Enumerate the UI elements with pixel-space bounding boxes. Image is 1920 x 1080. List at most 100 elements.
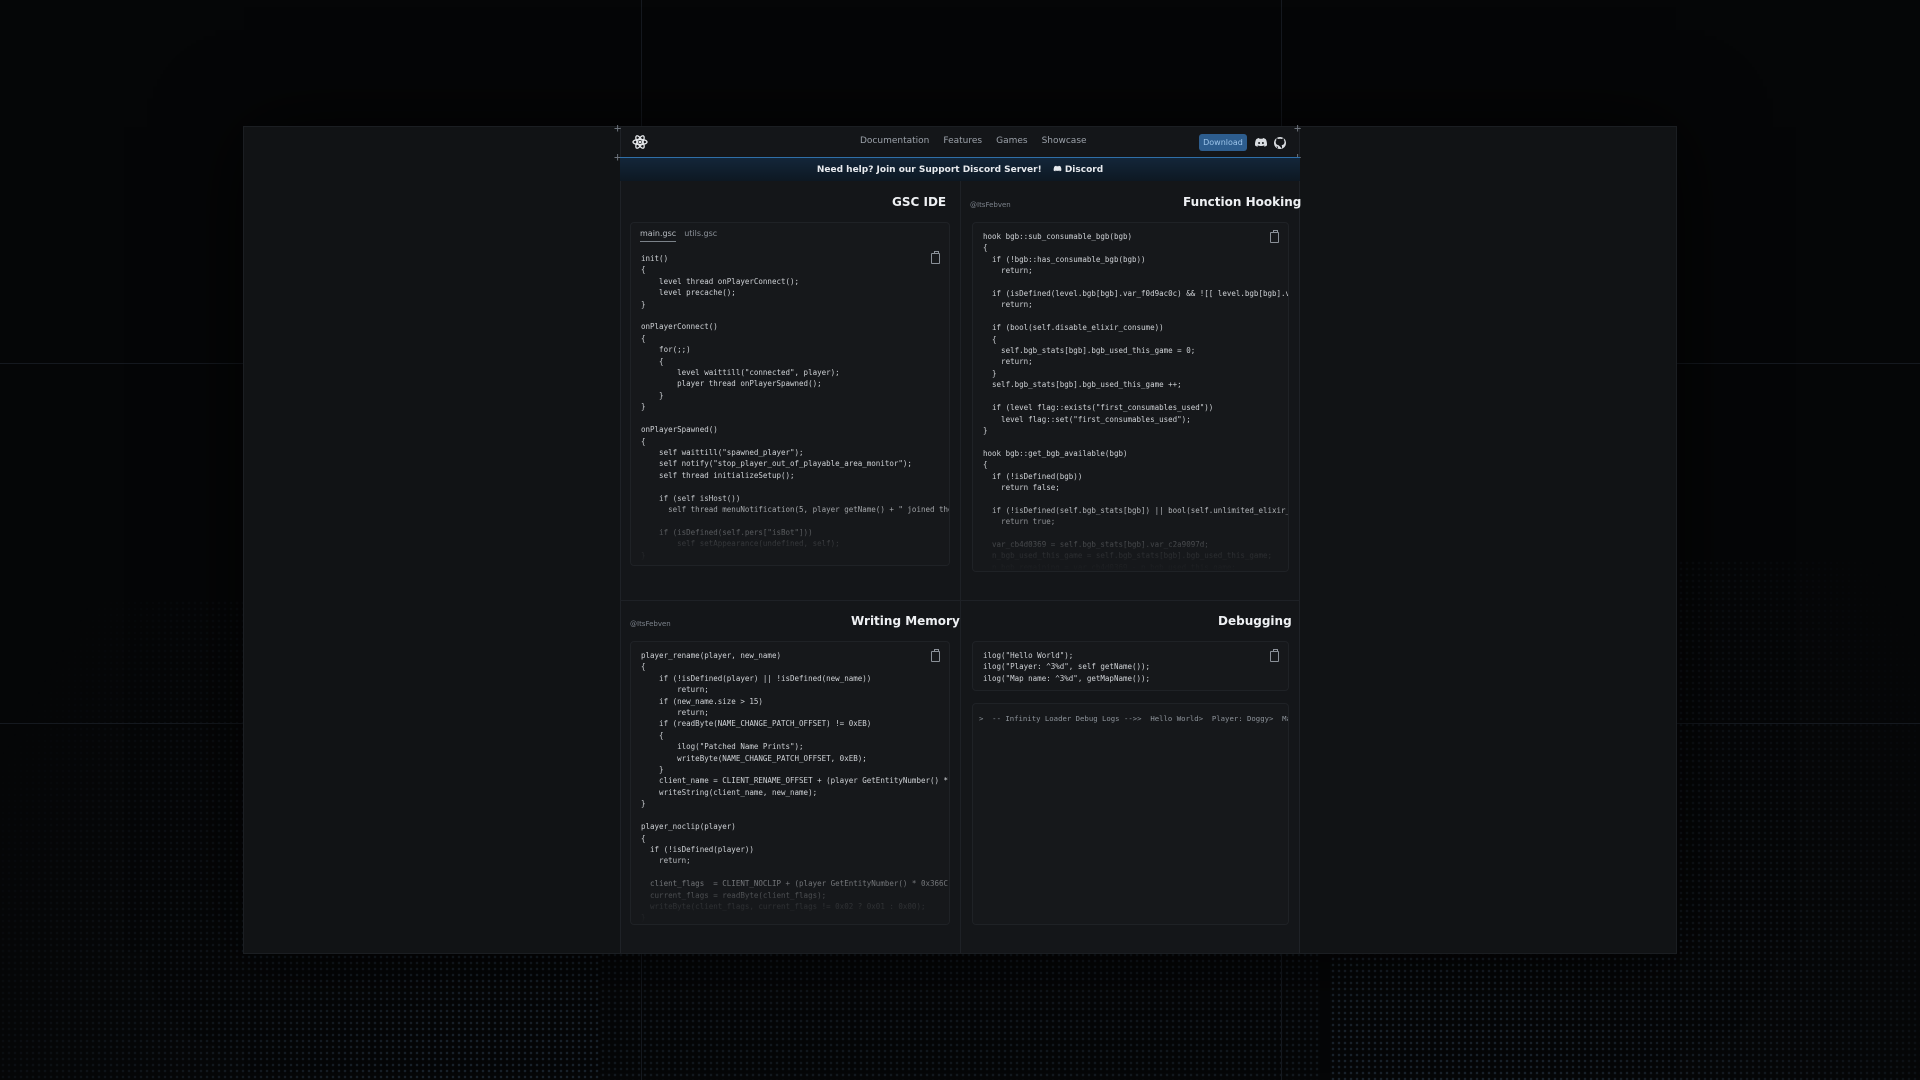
code-line: } <box>641 390 664 400</box>
author-credit: @ItsFebven <box>630 620 671 628</box>
code-line: level precache(); <box>641 288 736 298</box>
discord-icon <box>1053 165 1062 172</box>
code-line: writeString(client_name, new_name); <box>641 787 818 797</box>
gsc-ide-title: GSC IDE <box>892 195 947 209</box>
code-line: return false; <box>983 482 1060 492</box>
file-tabs: main.gsc utils.gsc <box>640 229 717 242</box>
log-line: > Hello World <box>1137 714 1199 723</box>
code-line: ilog("Player: ^3%d", self getName()); <box>983 662 1151 672</box>
logo-icon[interactable] <box>632 134 648 150</box>
section-divider <box>620 600 1300 601</box>
nav-links: Documentation Features Games Showcase <box>860 136 1087 146</box>
log-output: > -- Infinity Loader Debug Logs -->> Hel… <box>973 704 1288 734</box>
log-line: > -- Infinity Loader Debug Logs -- <box>979 714 1133 723</box>
code-line: writeByte(NAME_CHANGE_PATCH_OFFSET, 0xEB… <box>641 753 867 763</box>
code-fade <box>973 884 1288 924</box>
page-background: + + + + Documentation Features Games Sho… <box>0 0 1920 1080</box>
code-line: client_name = CLIENT_RENAME_OFFSET + (pl… <box>641 776 950 786</box>
tab-utils-gsc[interactable]: utils.gsc <box>684 229 717 242</box>
code-line: { <box>641 356 664 366</box>
dot-pattern-bottom <box>600 940 1320 1080</box>
top-navbar: Documentation Features Games Showcase Do… <box>620 127 1300 157</box>
code-line: init() <box>641 254 669 263</box>
code-fade <box>631 854 949 924</box>
log-line: > Player: Doggy <box>1198 714 1269 723</box>
code-line: } <box>983 368 997 378</box>
copy-icon[interactable] <box>1270 649 1279 662</box>
code-line: return; <box>641 685 709 695</box>
code-fade <box>973 501 1288 571</box>
debugging-code-panel: ilog("Hello World"); ilog("Player: ^3%d",… <box>972 641 1289 691</box>
code-line: for(;;) <box>641 345 691 355</box>
code-line: return; <box>983 300 1033 310</box>
code-line: player_noclip(player) <box>641 822 736 832</box>
copy-icon[interactable] <box>931 251 940 264</box>
code-line: { <box>641 833 646 843</box>
nav-link-features[interactable]: Features <box>943 136 982 146</box>
code-line: } <box>983 425 988 435</box>
gsc-ide-panel: main.gsc utils.gsc init() { level thread … <box>630 222 950 566</box>
code-line: ilog("Patched Name Prints"); <box>641 742 804 752</box>
code-line: ilog("Map name: ^3%d", getMapName()); <box>983 673 1151 683</box>
code-line: player_rename(player, new_name) <box>641 651 781 660</box>
code-line: if (level flag::exists("first_consumable… <box>983 403 1214 413</box>
code-line: self.bgb_stats[bgb].bgb_used_this_game =… <box>983 346 1196 356</box>
copy-icon[interactable] <box>931 649 940 662</box>
code-line: level thread onPlayerConnect(); <box>641 276 800 286</box>
code-line: if (!isDefined(player) || !isDefined(new… <box>641 673 872 683</box>
code-block: ilog("Hello World"); ilog("Player: ^3%d",… <box>973 642 1288 690</box>
code-line: { <box>641 265 646 275</box>
code-line: { <box>983 334 997 344</box>
writing-memory-title: Writing Memory <box>851 614 960 628</box>
code-line: } <box>641 799 646 809</box>
code-line: } <box>641 765 664 775</box>
author-credit: @ItsFebven <box>970 201 1011 209</box>
nav-link-showcase[interactable]: Showcase <box>1042 136 1087 146</box>
function-hooking-title: Function Hooking <box>1183 195 1302 209</box>
code-line: hook bgb::get_bgb_available(bgb) <box>983 448 1128 458</box>
banner-discord-label: Discord <box>1064 165 1104 175</box>
function-hooking-panel: hook bgb::sub_consumable_bgb(bgb){ if (!… <box>972 222 1289 572</box>
code-line: player thread onPlayerSpawned(); <box>641 379 822 389</box>
github-icon[interactable] <box>1273 135 1287 149</box>
code-line: } <box>641 299 646 309</box>
code-line: return; <box>641 708 709 718</box>
code-line: { <box>641 730 664 740</box>
debugging-title: Debugging <box>1218 614 1292 628</box>
code-line: { <box>983 243 988 253</box>
discord-icon[interactable] <box>1254 135 1268 149</box>
code-line: if (!isDefined(bgb)) <box>983 471 1083 481</box>
code-line: hook bgb::sub_consumable_bgb(bgb) <box>983 232 1133 241</box>
code-line: onPlayerConnect() <box>641 322 718 332</box>
code-line: if (readByte(NAME_CHANGE_PATCH_OFFSET) !… <box>641 719 872 729</box>
nav-link-documentation[interactable]: Documentation <box>860 136 929 146</box>
code-line: ilog("Hello World"); <box>983 651 1074 660</box>
banner-discord-link[interactable]: Discord <box>1053 165 1103 175</box>
code-line: { <box>641 662 646 672</box>
code-line: self thread initializeSetup(); <box>641 470 795 480</box>
nav-link-games[interactable]: Games <box>996 136 1027 146</box>
code-line: level flag::set("first_consumables_used"… <box>983 414 1191 424</box>
code-fade <box>631 495 949 565</box>
code-line: { <box>641 436 646 446</box>
code-line: } <box>641 402 646 412</box>
code-line: return; <box>983 266 1033 276</box>
banner-text: Need help? Join our Support Discord Serv… <box>816 165 1042 175</box>
code-line: if (!bgb::has_consumable_bgb(bgb)) <box>983 254 1146 264</box>
code-line: if (bool(self.disable_elixir_consume)) <box>983 323 1164 333</box>
download-button[interactable]: Download <box>1199 134 1247 151</box>
code-line: self notify("stop_player_out_of_playable… <box>641 459 912 469</box>
copy-icon[interactable] <box>1270 230 1279 243</box>
support-banner: Need help? Join our Support Discord Serv… <box>620 157 1300 181</box>
code-line: { <box>641 333 646 343</box>
code-line: self waittill("spawned_player"); <box>641 447 804 457</box>
tab-main-gsc[interactable]: main.gsc <box>640 229 677 242</box>
code-line: onPlayerSpawned() <box>641 425 718 435</box>
